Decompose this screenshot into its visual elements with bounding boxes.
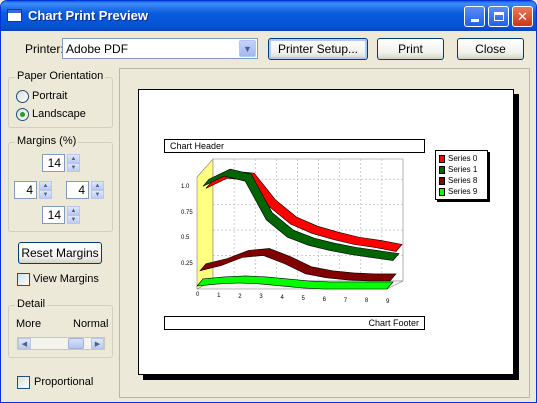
- legend-label: Series 0: [448, 154, 478, 163]
- x-tick-label: 5: [301, 296, 305, 302]
- legend-label: Series 8: [448, 176, 478, 185]
- legend-label: Series 9: [448, 187, 478, 196]
- legend-swatch: [439, 177, 445, 185]
- x-tick-label: 4: [280, 295, 284, 302]
- legend-swatch: [439, 155, 445, 163]
- x-tick-label: 6: [322, 296, 326, 303]
- y-tick-label: 1.0: [181, 184, 190, 191]
- chart-legend: Series 0 Series 1 Series 8 Series 9: [435, 150, 488, 200]
- x-tick-label: 1: [217, 292, 221, 299]
- x-tick-label: 8: [364, 298, 369, 305]
- x-tick-label: 2: [238, 293, 242, 300]
- y-tick-label: 0.25: [181, 260, 193, 267]
- legend-label: Series 1: [448, 165, 478, 174]
- legend-swatch: [439, 166, 445, 174]
- x-tick-label: 7: [343, 297, 348, 304]
- chart-print-preview-window: Chart Print Preview ✕ Printer: Adobe PDF…: [0, 0, 537, 403]
- x-tick-label: 0: [196, 292, 200, 298]
- x-tick-label: 3: [259, 294, 263, 301]
- legend-swatch: [439, 188, 445, 196]
- y-tick-label: 0.75: [181, 209, 193, 216]
- x-tick-label: 9: [386, 299, 390, 306]
- chart-plot: [196, 158, 404, 290]
- y-tick-label: 0.5: [181, 235, 190, 242]
